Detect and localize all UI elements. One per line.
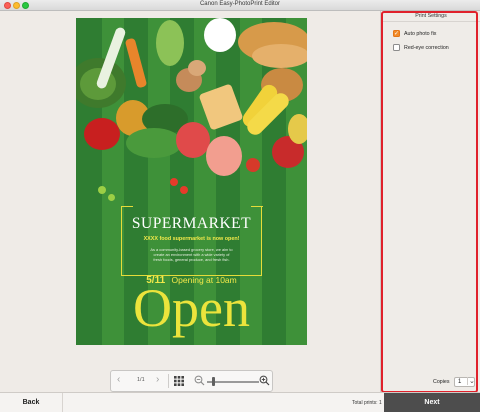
grid-icon[interactable] [174, 376, 184, 386]
back-button[interactable]: Back [0, 393, 63, 412]
auto-photo-fix-label: Auto photo fix [404, 30, 437, 37]
copies-value: 1 [458, 379, 462, 385]
poster-preview[interactable]: SUPERMARKET XXXX food supermarket is now… [76, 18, 307, 345]
poster-subtitle: XXXX food supermarket is now open! [143, 236, 240, 242]
poster-body-line: fresh foods, general produce, and fresh … [153, 257, 230, 263]
total-prints: Total prints: 1 [352, 400, 382, 406]
zoom-slider-knob[interactable] [211, 377, 215, 386]
print-settings-panel: Print Settings Auto photo fix Red-eye co… [380, 11, 480, 392]
panel-header: Print Settings [381, 11, 480, 22]
copies-label: Copies [433, 379, 450, 385]
chevron-down-icon[interactable]: ⌄ [467, 377, 475, 385]
preview-area: SUPERMARKET XXXX food supermarket is now… [0, 11, 380, 392]
red-eye-correction-checkbox[interactable] [393, 44, 400, 51]
poster-title: SUPERMARKET [131, 215, 252, 232]
auto-photo-fix-option[interactable]: Auto photo fix [393, 29, 436, 38]
red-eye-correction-option[interactable]: Red-eye correction [393, 43, 449, 52]
title-bar: Canon Easy-PhotoPrint Editor [0, 0, 480, 11]
next-button[interactable]: Next [384, 393, 480, 412]
zoom-slider[interactable] [207, 377, 259, 386]
chevron-right-icon[interactable]: › [156, 374, 159, 385]
copies-select[interactable]: 1 ⌄ [454, 377, 475, 387]
footer-bar: Back Total prints: 1 Next [0, 392, 480, 412]
page-indicator: 1/1 [137, 377, 145, 383]
auto-photo-fix-checkbox[interactable] [393, 30, 400, 37]
toolbar-divider [168, 374, 169, 388]
zoom-out-icon[interactable] [194, 375, 205, 386]
zoom-in-icon[interactable] [259, 375, 270, 386]
window-title: Canon Easy-PhotoPrint Editor [199, 1, 281, 7]
poster-body: As a community-based grocery store, we a… [136, 247, 247, 262]
poster-headline: Open [133, 278, 250, 338]
page-toolbar: ‹ 1/1 › [110, 370, 273, 392]
chevron-left-icon[interactable]: ‹ [117, 374, 120, 385]
red-eye-correction-label: Red-eye correction [404, 44, 449, 51]
